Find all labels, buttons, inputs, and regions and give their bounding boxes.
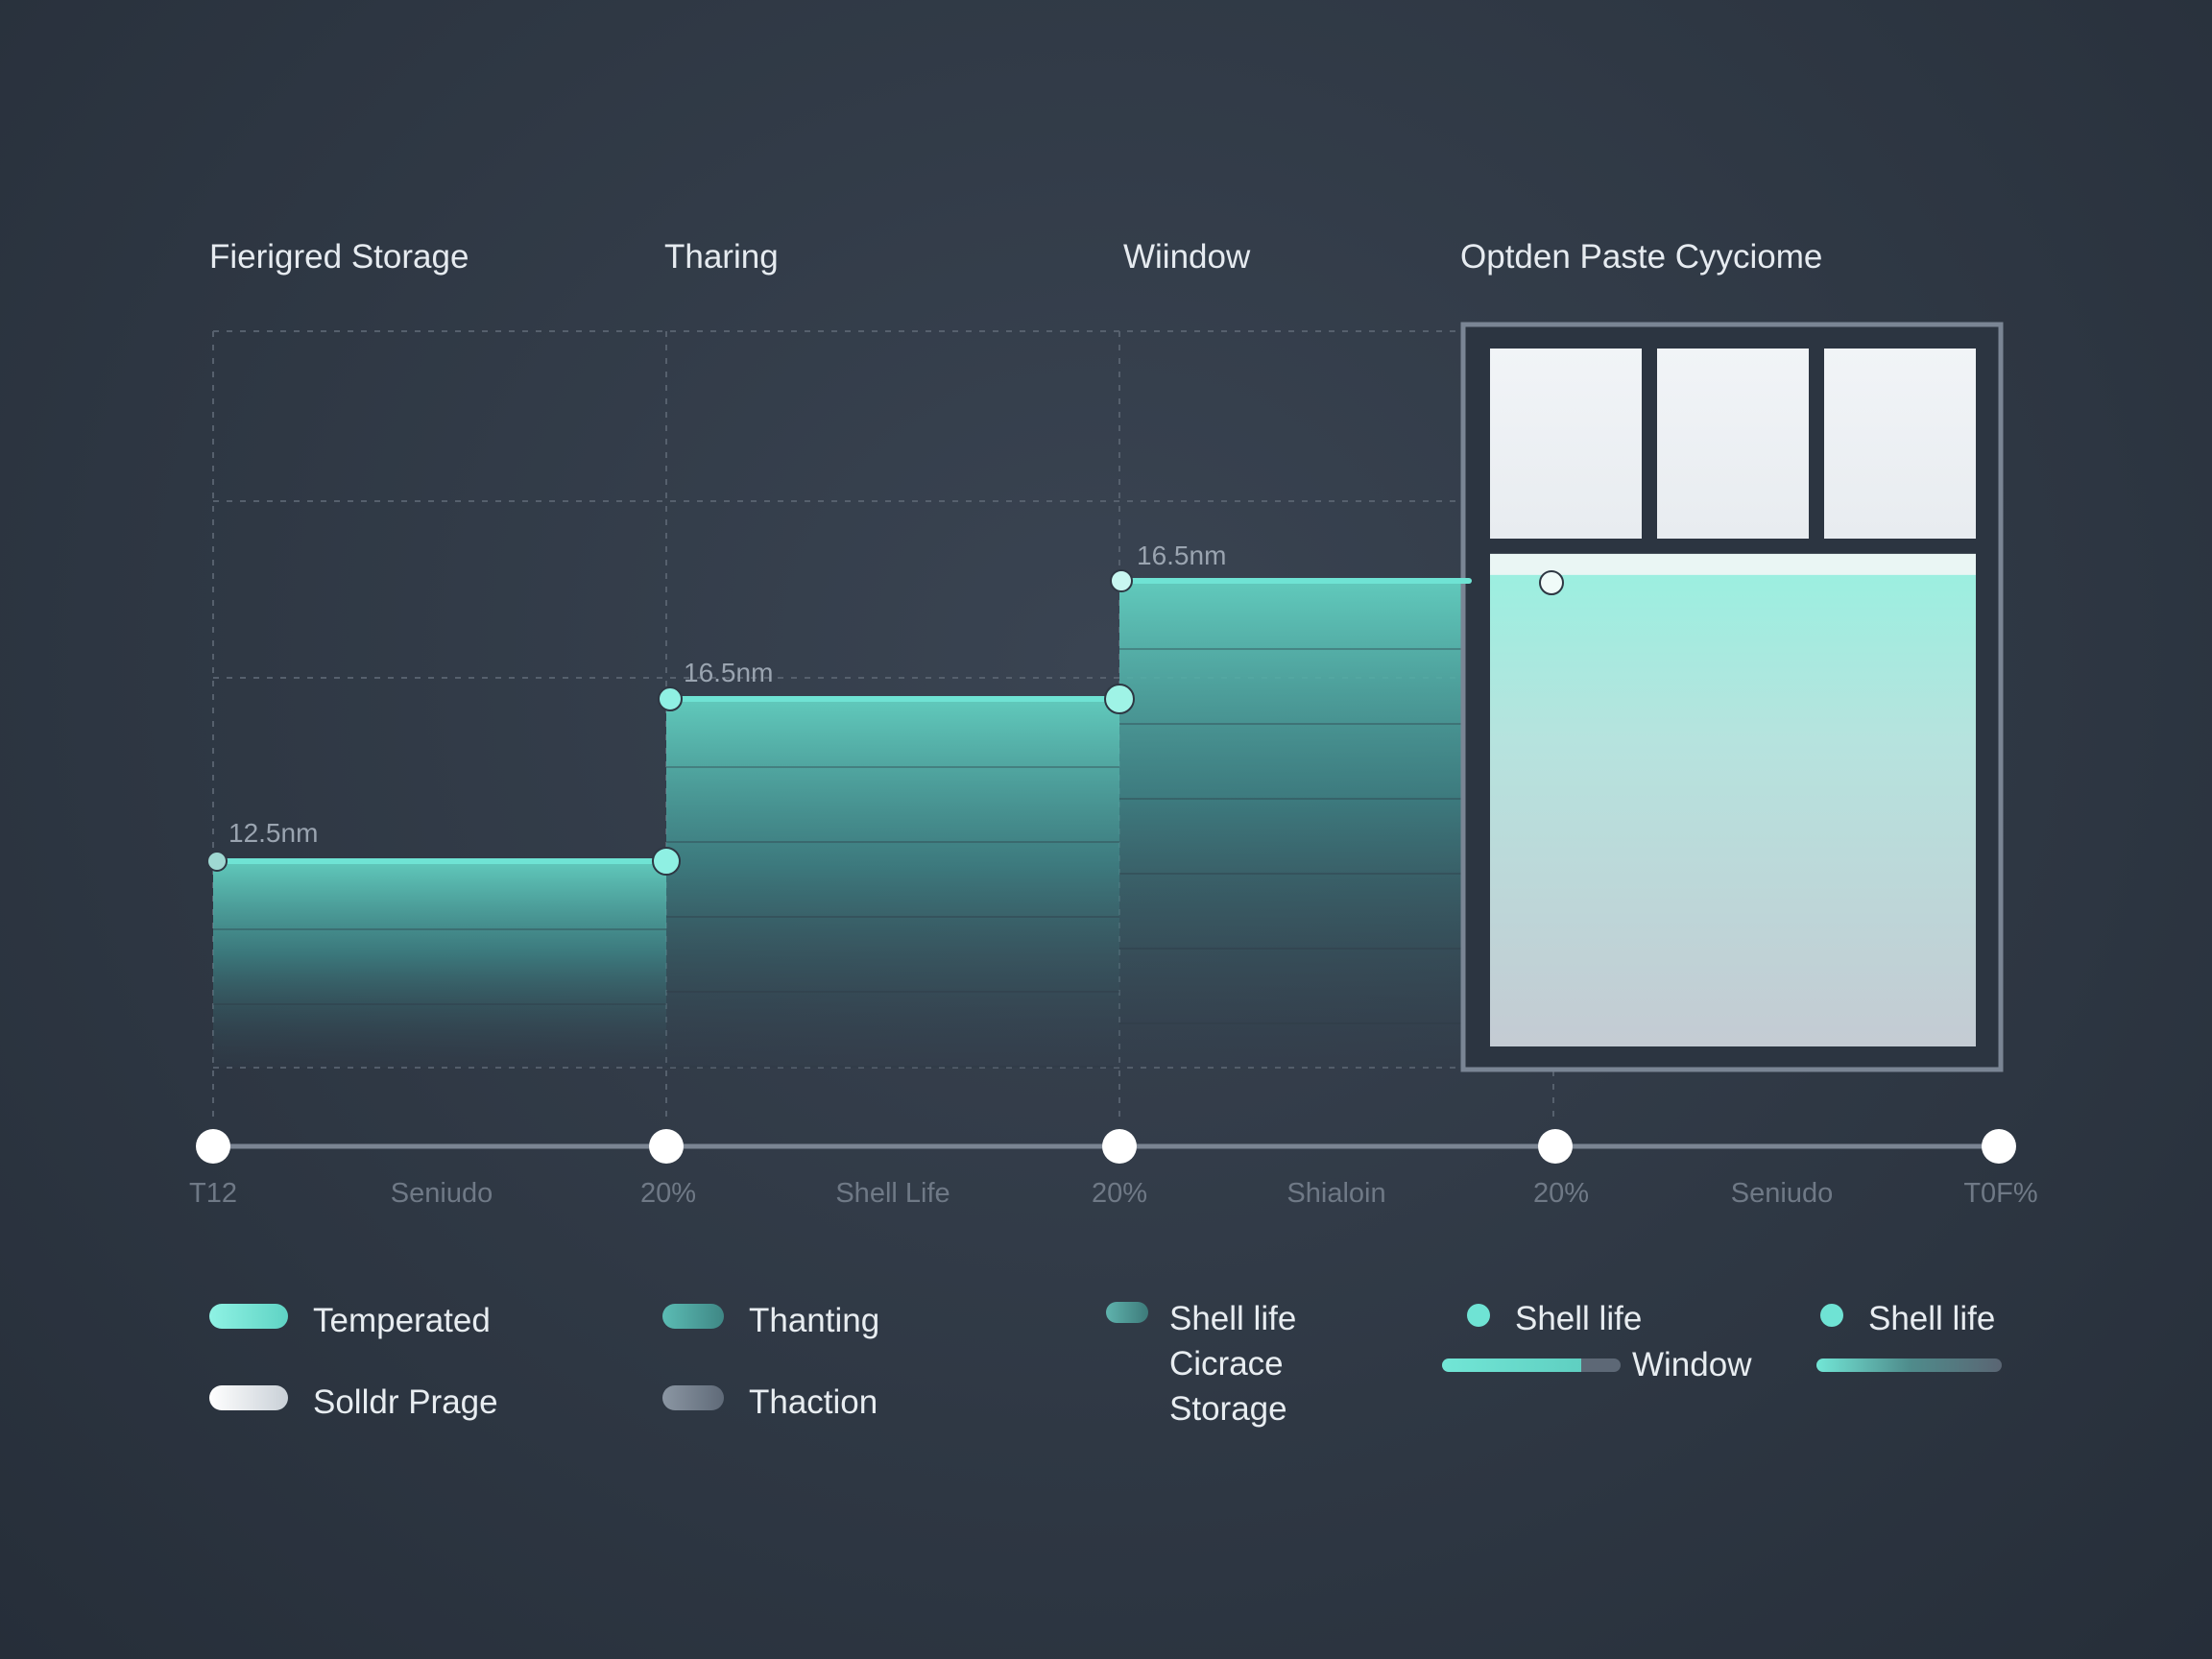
- step-marker: [1539, 570, 1564, 595]
- step-marker: [1110, 569, 1133, 592]
- step-band: [666, 841, 1119, 843]
- step-band: [213, 1003, 666, 1005]
- timeline-node: [196, 1129, 230, 1164]
- step-areas: [213, 581, 1469, 1068]
- step-area-chart: T12 Seniudo 20% Shell Life 20% Shialoin 20% Sen…: [189, 322, 2038, 1209]
- x-tick-label: Shialoin: [1286, 1178, 1385, 1209]
- panel-thumbnail: [1490, 349, 1642, 539]
- step-band: [666, 991, 1119, 993]
- x-tick-label: Shell Life: [835, 1178, 950, 1209]
- x-tick-label: 20%: [640, 1178, 696, 1209]
- timeline-node: [1538, 1129, 1573, 1164]
- step-marker: [658, 686, 683, 711]
- step-area: [666, 699, 1119, 1068]
- panel-thumbnail: [1657, 349, 1809, 539]
- value-label: 16.5nm: [1137, 541, 1226, 570]
- x-tick-label: Seniudo: [1731, 1178, 1833, 1209]
- panel-highlight: [1490, 553, 1976, 577]
- paste-cycle-panel: [1460, 322, 2004, 1072]
- step-band: [1119, 648, 1469, 650]
- x-tick-label: 20%: [1092, 1178, 1147, 1209]
- step-marker: [206, 851, 228, 872]
- step-area: [1119, 581, 1469, 1068]
- step-band: [1119, 723, 1469, 725]
- step-band: [666, 766, 1119, 768]
- value-label: 16.5nm: [684, 658, 773, 687]
- value-label: 12.5nm: [228, 818, 318, 848]
- timeline-node: [1102, 1129, 1137, 1164]
- step-area: [213, 861, 666, 1068]
- step-band: [213, 928, 666, 930]
- panel-thumbnail: [1824, 349, 1976, 539]
- step-band: [666, 916, 1119, 918]
- panel-fill: [1490, 574, 1976, 1046]
- step-band: [1119, 798, 1469, 800]
- x-tick-label: T0F%: [1963, 1178, 2037, 1209]
- x-tick-label: Seniudo: [391, 1178, 493, 1209]
- step-marker: [1104, 684, 1135, 714]
- timeline-node: [649, 1129, 684, 1164]
- step-band: [1119, 1022, 1469, 1024]
- step-band: [1119, 873, 1469, 875]
- timeline-axis: T12 Seniudo 20% Shell Life 20% Shialoin 20% Sen…: [189, 1129, 2038, 1209]
- step-marker: [652, 847, 681, 876]
- x-tick-label: 20%: [1533, 1178, 1589, 1209]
- step-band: [666, 1066, 1119, 1068]
- step-band: [1119, 948, 1469, 950]
- x-tick-label: T12: [189, 1178, 237, 1209]
- timeline-node: [1982, 1129, 2016, 1164]
